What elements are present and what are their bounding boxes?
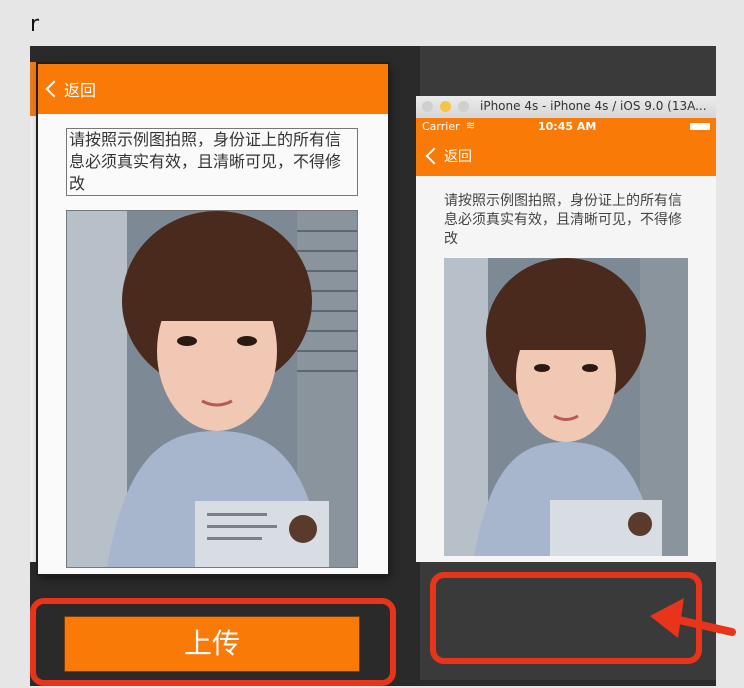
battery-icon — [690, 123, 710, 130]
page-letter: r — [30, 12, 40, 37]
example-photo — [66, 210, 358, 568]
close-button[interactable] — [422, 101, 433, 112]
sim-instruction-text: 请按照示例图拍照，身份证上的所有信息必须真实有效，且清晰可见，不得修改 — [444, 193, 682, 247]
back-button[interactable]: 返回 — [45, 77, 97, 101]
zoom-button[interactable] — [458, 101, 469, 112]
sim-back-button[interactable]: 返回 — [425, 146, 472, 166]
simulator-title-bar: iPhone 4s - iPhone 4s / iOS 9.0 (13A... — [416, 96, 716, 119]
status-time: 10:45 AM — [538, 120, 597, 133]
upload-button[interactable]: 上传 — [64, 616, 360, 672]
sim-example-photo — [444, 258, 688, 556]
simulator-title: iPhone 4s - iPhone 4s / iOS 9.0 (13A... — [480, 99, 707, 113]
wifi-icon: ≋ — [466, 119, 476, 132]
back-chevron-icon — [45, 80, 63, 98]
minimize-button[interactable] — [440, 101, 451, 112]
back-chevron-icon — [425, 147, 443, 165]
sim-nav-bar: 返回 — [416, 136, 716, 176]
back-label: 返回 — [64, 81, 97, 100]
left-phone-screen: 返回 请按照示例图拍照，身份证上的所有信息必须真实有效，且清晰可见，不得修改 — [38, 64, 388, 574]
instruction-text: 请按照示例图拍照，身份证上的所有信息必须真实有效，且清晰可见，不得修改 — [66, 128, 358, 196]
status-bar: Carrier ≋ 10:45 AM — [416, 118, 716, 136]
nav-bar: 返回 — [38, 64, 388, 114]
carrier-label: Carrier — [422, 120, 460, 133]
simulator-window: iPhone 4s - iPhone 4s / iOS 9.0 (13A... … — [416, 96, 716, 562]
arrow-icon — [650, 598, 736, 638]
sim-back-label: 返回 — [444, 149, 472, 165]
